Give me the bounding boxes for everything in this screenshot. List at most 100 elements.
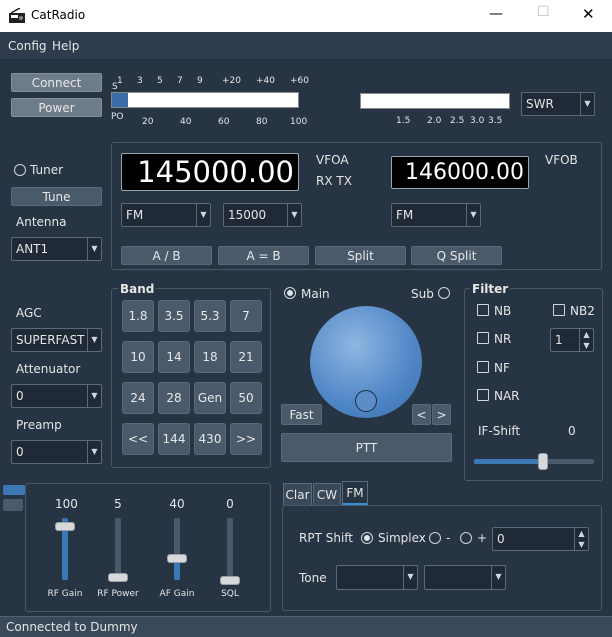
band-button[interactable]: Gen [194,382,226,414]
po-tick: 80 [256,117,268,127]
band-button[interactable]: 18 [194,341,226,373]
vfoa-frequency-display[interactable]: 145000.00 [121,153,299,191]
plus-label: + [477,531,488,545]
window-title: CatRadio [31,8,86,22]
band-button[interactable]: << [122,423,154,455]
gain-slider-handle[interactable] [108,573,128,582]
tuner-radio[interactable] [14,164,26,176]
s-meter: S 1 3 5 7 9 +20 +40 +60 PO 20 40 60 80 1… [110,72,310,128]
meter-fill [112,93,128,107]
band-button[interactable]: 3.5 [158,300,190,332]
chevron-down-icon: ▼ [87,385,101,407]
ifshift-handle[interactable] [538,453,548,470]
chevron-down-icon: ▼ [196,204,210,226]
band-button[interactable]: 24 [122,382,154,414]
simplex-radio[interactable] [361,532,373,544]
panel-handle[interactable] [3,485,25,495]
nr-checkbox[interactable] [477,332,489,344]
attenuator-select[interactable]: 0 ▼ [11,384,102,408]
rpt-shift-label: RPT Shift [299,531,353,545]
tab-cw[interactable]: CW [313,483,341,505]
tone-frequency-select[interactable]: ▼ [424,565,506,590]
band-button[interactable]: 1.8 [122,300,154,332]
a-equals-b-button[interactable]: A = B [218,246,309,265]
tune-button[interactable]: Tune [11,187,102,206]
nb-checkbox[interactable] [477,304,489,316]
ptt-button[interactable]: PTT [281,433,452,462]
close-button[interactable]: ✕ [582,5,595,23]
title-bar: CatRadio — ☐ ✕ [0,0,612,32]
band-button[interactable]: >> [230,423,262,455]
vfoa-mode-value: FM [126,208,144,222]
panel-handle[interactable] [3,499,23,511]
split-button[interactable]: Split [315,246,406,265]
rpt-offset-spinbox[interactable]: 0 ▲ ▼ [492,527,589,551]
vfoa-mode-select[interactable]: FM ▼ [121,203,211,227]
menu-config[interactable]: Config [8,39,47,53]
band-button[interactable]: 7 [230,300,262,332]
plus-radio[interactable] [460,532,472,544]
nar-checkbox[interactable] [477,389,489,401]
nb2-checkbox[interactable] [553,304,565,316]
tone-type-select[interactable]: ▼ [336,565,418,590]
vfob-mode-value: FM [396,208,414,222]
ab-button[interactable]: A / B [121,246,212,265]
s-tick: 7 [177,76,183,86]
vfob-frequency-display[interactable]: 146000.00 [391,156,529,189]
nr-level-spinbox[interactable]: 1 ▲ ▼ [550,328,594,352]
band-button[interactable]: 10 [122,341,154,373]
gain-slider[interactable] [115,518,121,580]
gain-value: 100 [55,497,78,511]
fast-button[interactable]: Fast [281,404,322,425]
gain-slider[interactable] [227,518,233,580]
vfob-mode-select[interactable]: FM ▼ [391,203,481,227]
po-label: PO [111,112,124,122]
minus-radio[interactable] [429,532,441,544]
band-button[interactable]: 144 [158,423,190,455]
gain-label: AF Gain [159,589,195,599]
step-right-button[interactable]: > [432,404,451,425]
meter-select-value: SWR [526,97,554,111]
tuning-knob[interactable] [310,306,422,418]
vfoa-label: VFOA [316,153,349,167]
nb2-label: NB2 [570,304,595,318]
tab-clar[interactable]: Clar [283,483,312,505]
gain-slider-handle[interactable] [167,554,187,563]
swr-tick: 1.5 [396,116,411,126]
meter-select[interactable]: SWR ▼ [521,92,595,116]
nf-checkbox[interactable] [477,361,489,373]
main-radio[interactable] [284,287,296,299]
chevron-down-icon: ▼ [87,238,101,260]
ifshift-slider[interactable] [474,453,594,470]
band-button[interactable]: 50 [230,382,262,414]
s-tick: 3 [137,76,143,86]
band-button[interactable]: 5.3 [194,300,226,332]
gain-slider-handle[interactable] [220,576,240,585]
s-tick: 5 [157,76,163,86]
swr-tick: 2.0 [427,116,442,126]
tab-fm[interactable]: FM [342,481,368,505]
step-left-button[interactable]: < [412,404,431,425]
s-tick: +20 [222,76,241,86]
agc-select[interactable]: SUPERFAST ▼ [11,328,102,352]
preamp-select[interactable]: 0 ▼ [11,440,102,464]
band-button[interactable]: 28 [158,382,190,414]
connect-button[interactable]: Connect [11,73,102,92]
band-button[interactable]: 430 [194,423,226,455]
chevron-down-icon: ▼ [403,566,417,589]
band-button[interactable]: 21 [230,341,262,373]
qsplit-button[interactable]: Q Split [411,246,502,265]
power-button[interactable]: Power [11,98,102,117]
minimize-button[interactable]: — [489,6,503,22]
s-tick: 1 [117,76,123,86]
gain-slider-handle[interactable] [55,522,75,531]
menu-help[interactable]: Help [52,39,79,53]
antenna-select[interactable]: ANT1 ▼ [11,237,102,261]
maximize-button[interactable]: ☐ [537,4,550,20]
band-button[interactable]: 14 [158,341,190,373]
preamp-value: 0 [16,445,24,459]
rxtx-label: RX TX [316,174,352,188]
s-tick: +40 [256,76,275,86]
bandwidth-select[interactable]: 15000 ▼ [223,203,302,227]
sub-radio[interactable] [438,287,450,299]
